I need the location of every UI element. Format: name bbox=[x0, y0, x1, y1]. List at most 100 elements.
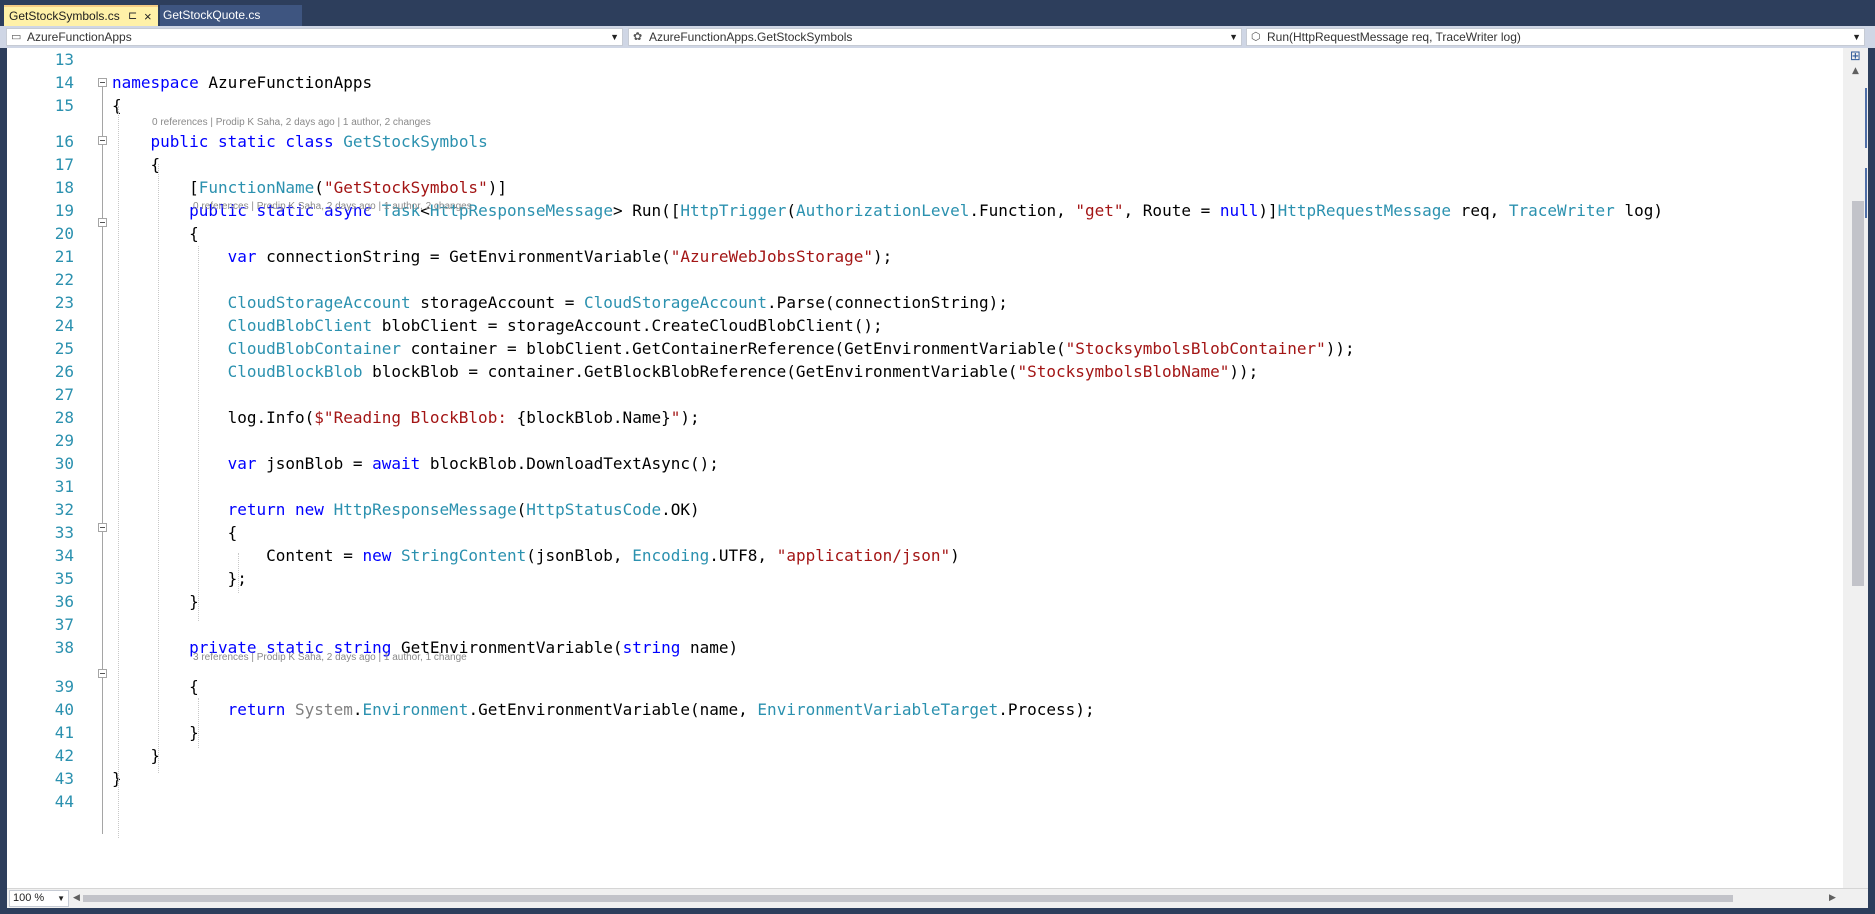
code-token: } bbox=[112, 769, 122, 788]
code-token: "GetStockSymbols" bbox=[323, 178, 488, 197]
horizontal-scroll-thumb[interactable] bbox=[83, 895, 1733, 902]
code-line[interactable]: CloudBlockBlob blockBlob = container.Get… bbox=[112, 360, 1259, 383]
code-line[interactable]: { bbox=[112, 675, 199, 698]
code-token: .Process); bbox=[998, 700, 1095, 719]
code-line[interactable]: } bbox=[112, 721, 199, 744]
line-number: 18 bbox=[54, 178, 74, 197]
code-line[interactable]: { bbox=[112, 222, 199, 245]
code-line[interactable]: return new HttpResponseMessage(HttpStatu… bbox=[112, 498, 700, 521]
code-token: ( bbox=[786, 201, 796, 220]
scroll-up-icon[interactable]: ▲ bbox=[1852, 66, 1859, 76]
line-number: 32 bbox=[54, 500, 74, 519]
code-token: AzureFunctionApps bbox=[198, 73, 373, 92]
code-token: { bbox=[112, 155, 161, 174]
code-token: FunctionName bbox=[198, 178, 315, 197]
code-token: HttpRequestMessage bbox=[1277, 201, 1452, 220]
code-line[interactable]: }; bbox=[112, 567, 247, 590]
code-token: .Parse(connectionString); bbox=[767, 293, 1008, 312]
collapse-run-icon[interactable] bbox=[98, 218, 107, 227]
scroll-left-icon[interactable]: ◀ bbox=[73, 893, 80, 903]
code-token: $"Reading BlockBlob: bbox=[314, 408, 517, 427]
code-line[interactable]: var connectionString = GetEnvironmentVar… bbox=[112, 245, 893, 268]
code-line[interactable]: { bbox=[112, 521, 238, 544]
code-token: connectionString = GetEnvironmentVariabl… bbox=[256, 247, 671, 266]
tab-getstocksymbols[interactable]: GetStockSymbols.cs ⊏ × bbox=[4, 5, 158, 26]
tab-getstockquote[interactable]: GetStockQuote.cs bbox=[160, 5, 302, 26]
class-dropdown[interactable]: ✿ AzureFunctionApps.GetStockSymbols ▼ bbox=[628, 28, 1242, 46]
code-line[interactable]: { bbox=[112, 94, 122, 117]
codelens-getenv[interactable]: 3 references | Prodip K Saha, 2 days ago… bbox=[193, 652, 467, 664]
project-icon: ▭ bbox=[11, 31, 22, 43]
code-line[interactable]: return System.Environment.GetEnvironment… bbox=[112, 698, 1095, 721]
code-line[interactable]: CloudBlobClient blobClient = storageAcco… bbox=[112, 314, 883, 337]
class-dropdown-value: AzureFunctionApps.GetStockSymbols bbox=[649, 30, 853, 44]
vertical-scrollbar[interactable]: ⊞ ▲ bbox=[1843, 48, 1868, 888]
code-token: var bbox=[227, 247, 257, 266]
line-number: 25 bbox=[54, 339, 74, 358]
code-line[interactable]: var jsonBlob = await blockBlob.DownloadT… bbox=[112, 452, 719, 475]
indent-guide bbox=[198, 246, 199, 621]
code-line[interactable]: [FunctionName("GetStockSymbols")] bbox=[112, 176, 507, 199]
close-icon[interactable]: × bbox=[144, 7, 152, 26]
code-token: ); bbox=[873, 247, 893, 266]
line-number: 24 bbox=[54, 316, 74, 335]
line-number: 38 bbox=[54, 638, 74, 657]
collapse-return-icon[interactable] bbox=[98, 523, 107, 532]
code-token: CloudBlockBlob bbox=[227, 362, 363, 381]
code-token: CloudBlobContainer bbox=[227, 339, 401, 358]
line-number: 23 bbox=[54, 293, 74, 312]
code-line[interactable]: } bbox=[112, 744, 161, 767]
collapse-getenv-icon[interactable] bbox=[98, 669, 107, 678]
code-token: blockBlob = container.GetBlockBlobRefere… bbox=[362, 362, 1018, 381]
code-editor[interactable]: 13 14 namespace AzureFunctionApps 15 {16 pub… bbox=[7, 48, 1868, 888]
line-number: 26 bbox=[54, 362, 74, 381]
code-token: (jsonBlob, bbox=[526, 546, 633, 565]
code-token: class bbox=[285, 132, 334, 151]
method-icon: ⬡ bbox=[1251, 31, 1261, 43]
collapse-namespace-icon[interactable] bbox=[98, 78, 107, 87]
line-number: 27 bbox=[54, 385, 74, 404]
code-line[interactable]: } bbox=[112, 590, 199, 613]
line-number: 42 bbox=[54, 746, 74, 765]
pin-icon[interactable]: ⊏ bbox=[128, 7, 137, 26]
code-line[interactable]: Content = new StringContent(jsonBlob, En… bbox=[112, 544, 960, 567]
split-window-icon[interactable]: ⊞ bbox=[1850, 49, 1861, 64]
navigation-bar: ▭ AzureFunctionApps ▼ ✿ AzureFunctionApp… bbox=[0, 26, 1875, 48]
code-line[interactable]: namespace AzureFunctionApps bbox=[112, 71, 372, 94]
code-line[interactable]: } bbox=[112, 767, 122, 790]
line-number: 20 bbox=[54, 224, 74, 243]
scroll-right-icon[interactable]: ▶ bbox=[1829, 893, 1836, 903]
code-line[interactable]: CloudStorageAccount storageAccount = Clo… bbox=[112, 291, 1008, 314]
vertical-scroll-thumb[interactable] bbox=[1852, 201, 1864, 586]
line-number: 16 bbox=[54, 132, 74, 151]
code-token: name) bbox=[680, 638, 739, 657]
codelens-run[interactable]: 0 references | Prodip K Saha, 2 days ago… bbox=[193, 201, 472, 213]
line-number: 37 bbox=[54, 615, 74, 634]
code-token: log.Info( bbox=[112, 408, 315, 427]
member-dropdown[interactable]: ⬡ Run(HttpRequestMessage req, TraceWrite… bbox=[1246, 28, 1865, 46]
indent-guide bbox=[238, 553, 239, 593]
code-token: , Route = bbox=[1123, 201, 1220, 220]
code-token: blockBlob.DownloadTextAsync(); bbox=[420, 454, 719, 473]
code-token: CloudBlobClient bbox=[227, 316, 373, 335]
zoom-dropdown[interactable]: 100 % ▼ bbox=[9, 890, 69, 907]
code-token: {blockBlob.Name} bbox=[516, 408, 671, 427]
zoom-value: 100 % bbox=[13, 892, 45, 904]
collapse-class-icon[interactable] bbox=[98, 136, 107, 145]
codelens-class[interactable]: 0 references | Prodip K Saha, 2 days ago… bbox=[152, 117, 431, 129]
code-line[interactable]: { bbox=[112, 153, 161, 176]
project-dropdown[interactable]: ▭ AzureFunctionApps ▼ bbox=[6, 28, 623, 46]
code-line[interactable]: log.Info($"Reading BlockBlob: {blockBlob… bbox=[112, 406, 700, 429]
code-line[interactable]: public static class GetStockSymbols bbox=[112, 130, 488, 153]
code-token: AuthorizationLevel bbox=[796, 201, 970, 220]
code-line[interactable]: CloudBlobContainer container = blobClien… bbox=[112, 337, 1355, 360]
line-number: 31 bbox=[54, 477, 74, 496]
code-token: ( bbox=[516, 500, 527, 519]
